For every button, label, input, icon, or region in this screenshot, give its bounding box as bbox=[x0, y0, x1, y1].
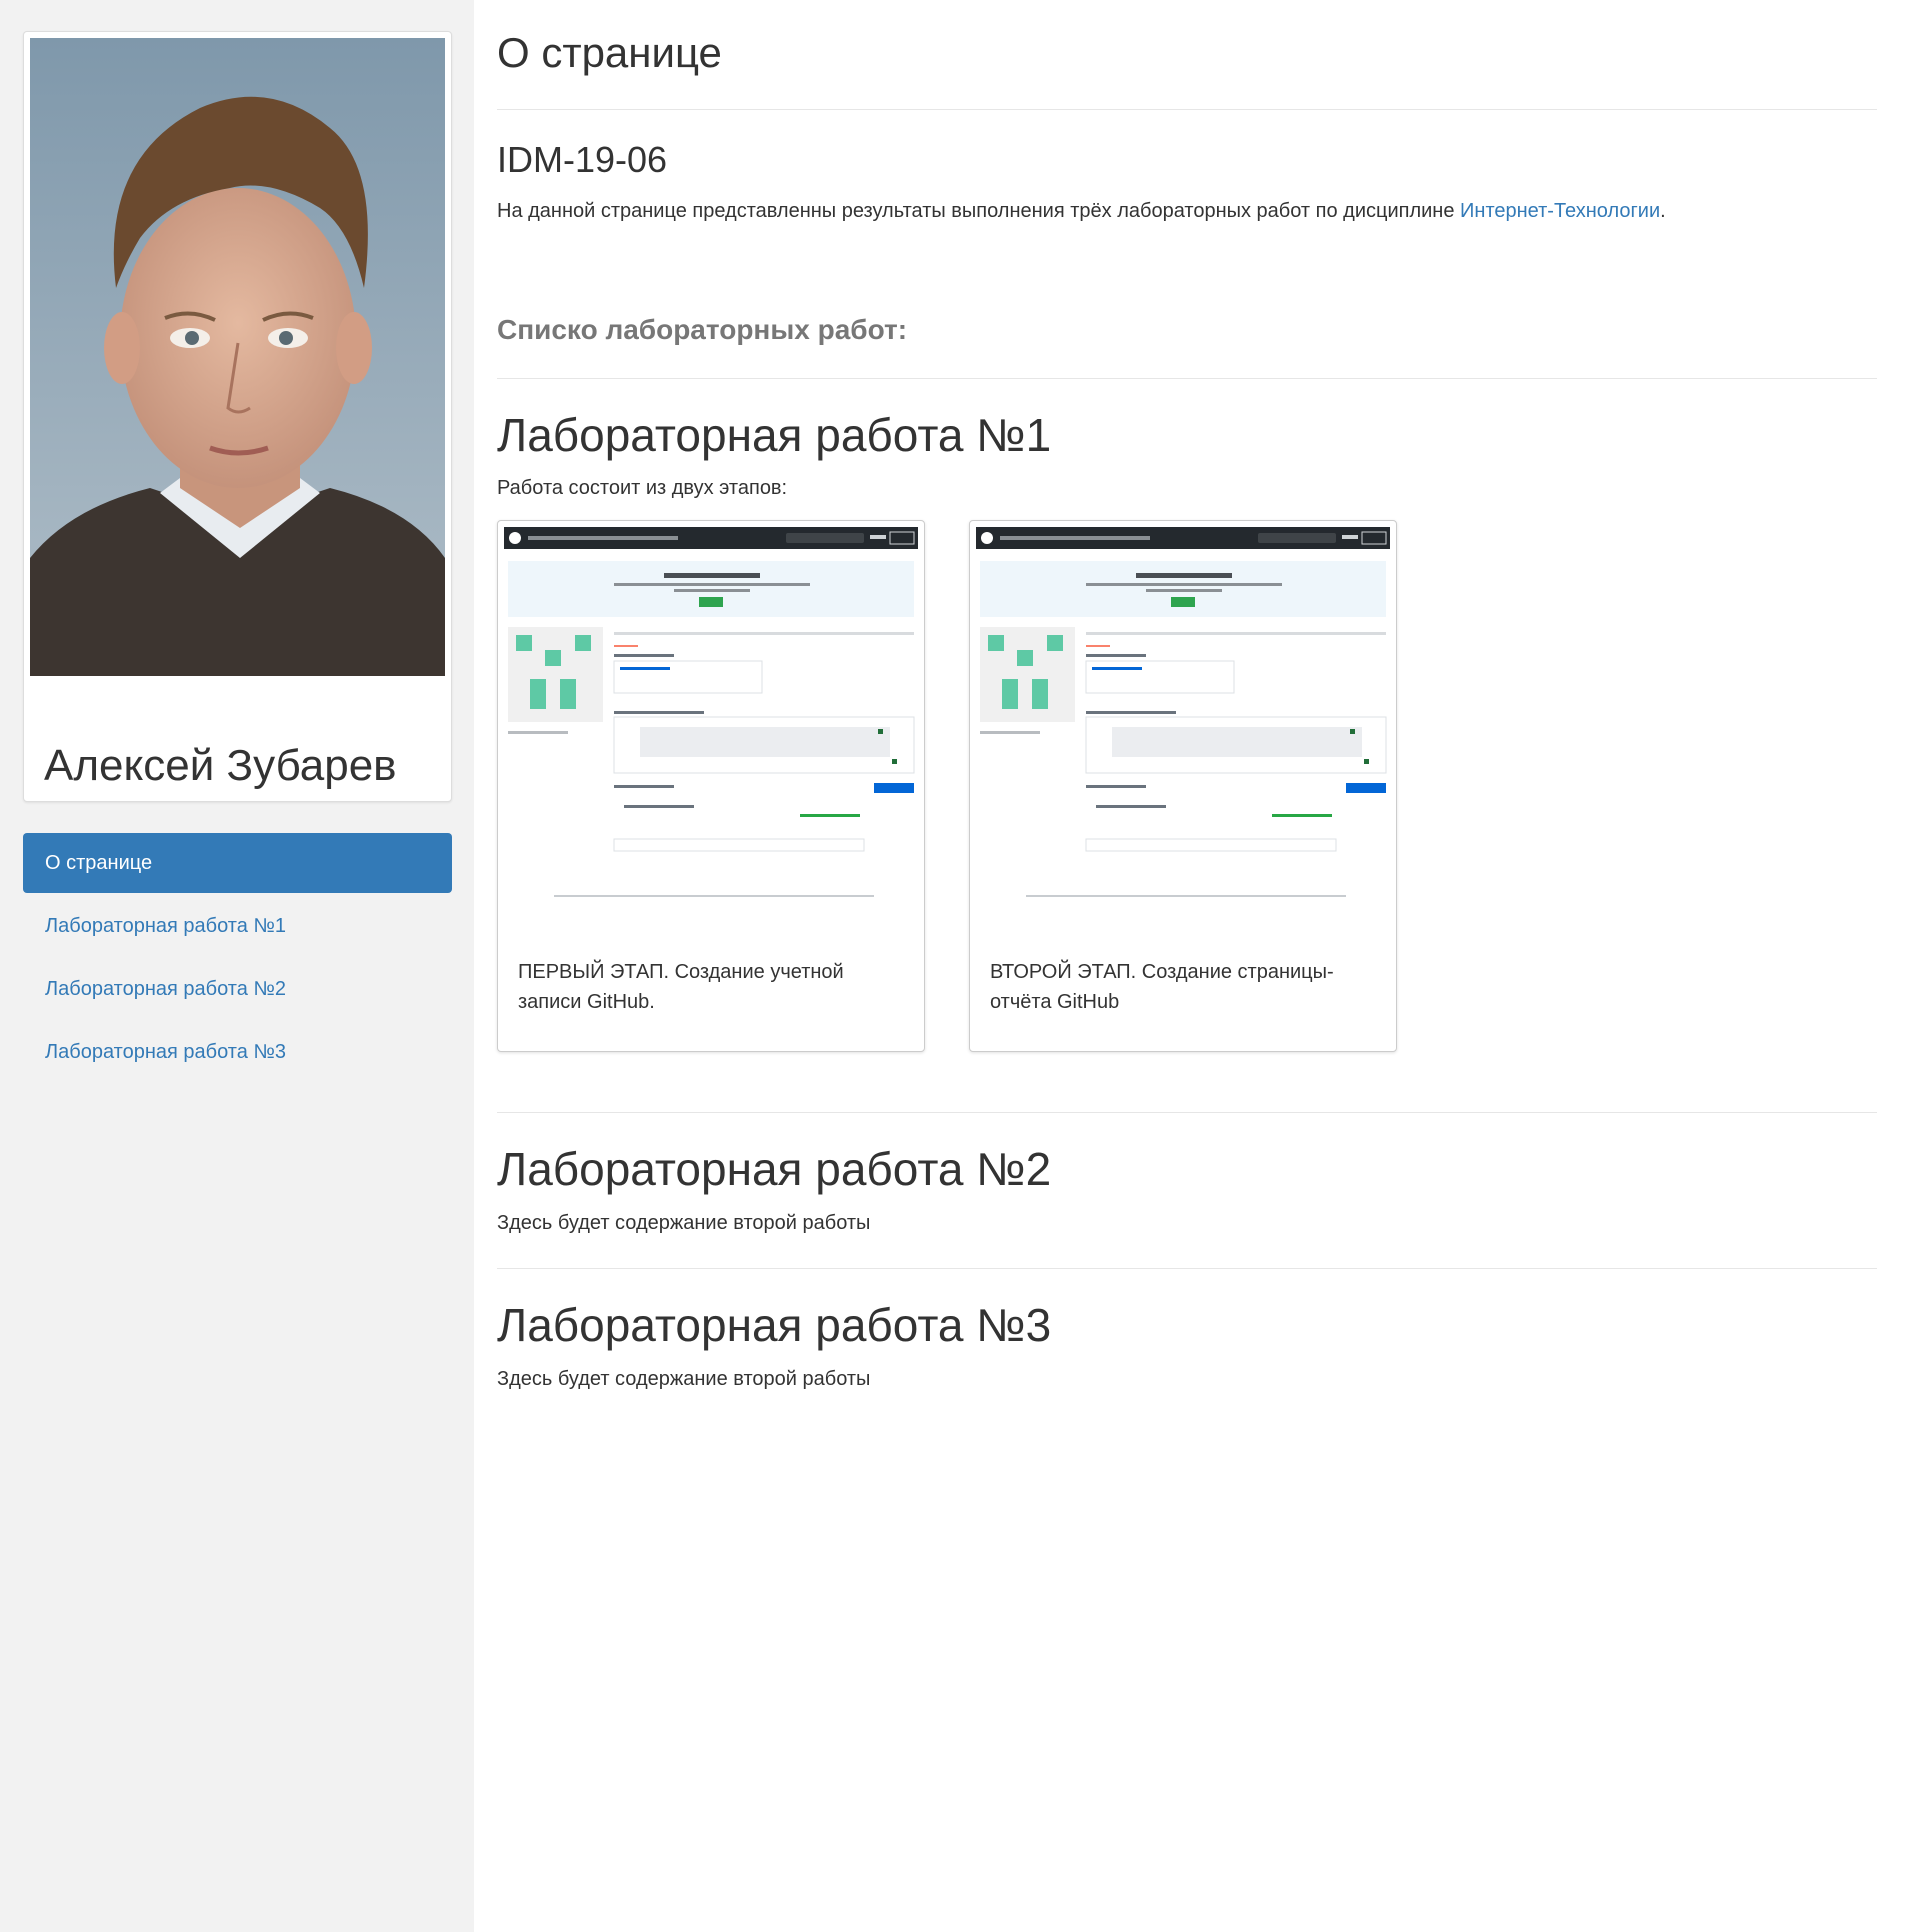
stage2-screenshot bbox=[976, 527, 1390, 917]
sidebar: Алексей Зубарев О странице Лабораторная … bbox=[0, 0, 474, 1932]
intro-text: На данной странице представленны результ… bbox=[497, 198, 1666, 224]
stage1-card[interactable]: ПЕРВЫЙ ЭТАП. Создание учетной записи Git… bbox=[497, 520, 925, 1052]
profile-card: Алексей Зубарев bbox=[23, 31, 452, 802]
profile-name: Алексей Зубарев bbox=[44, 741, 397, 790]
lab-list-title: Списко лабораторных работ: bbox=[497, 314, 908, 345]
nav-item-lab1[interactable]: Лабораторная работа №1 bbox=[23, 896, 452, 956]
divider bbox=[497, 109, 1877, 110]
stage1-screenshot bbox=[504, 527, 918, 917]
lab3-text: Здесь будет содержание второй работы bbox=[497, 1368, 871, 1390]
profile-photo bbox=[30, 38, 445, 676]
lab1-text: Работа состоит из двух этапов: bbox=[497, 477, 788, 499]
intro-text-body: На данной странице представленны результ… bbox=[497, 200, 1461, 222]
divider bbox=[497, 1268, 1877, 1269]
nav-item-about[interactable]: О странице bbox=[23, 833, 452, 893]
lab1-title: Лабораторная работа №1 bbox=[497, 409, 1052, 461]
lab3-title: Лабораторная работа №3 bbox=[497, 1299, 1052, 1351]
page-title: О странице bbox=[497, 29, 722, 76]
lab2-title: Лабораторная работа №2 bbox=[497, 1143, 1052, 1195]
intro-text-end: . bbox=[1660, 200, 1666, 222]
nav-item-lab2[interactable]: Лабораторная работа №2 bbox=[23, 959, 452, 1019]
stage1-caption: ПЕРВЫЙ ЭТАП. Создание учетной записи Git… bbox=[518, 961, 844, 1013]
stage2-caption: ВТОРОЙ ЭТАП. Создание страницы-отчёта Gi… bbox=[990, 961, 1334, 1013]
nav-item-lab3[interactable]: Лабораторная работа №3 bbox=[23, 1022, 452, 1082]
group-code: IDM-19-06 bbox=[497, 139, 668, 180]
lab2-text: Здесь будет содержание второй работы bbox=[497, 1212, 871, 1234]
sidebar-nav: О странице Лабораторная работа №1 Лабора… bbox=[23, 833, 452, 1085]
discipline-link[interactable]: Интернет-Технологии bbox=[1460, 200, 1660, 222]
divider bbox=[497, 378, 1877, 379]
stage2-card[interactable]: ВТОРОЙ ЭТАП. Создание страницы-отчёта Gi… bbox=[969, 520, 1397, 1052]
divider bbox=[497, 1112, 1877, 1113]
